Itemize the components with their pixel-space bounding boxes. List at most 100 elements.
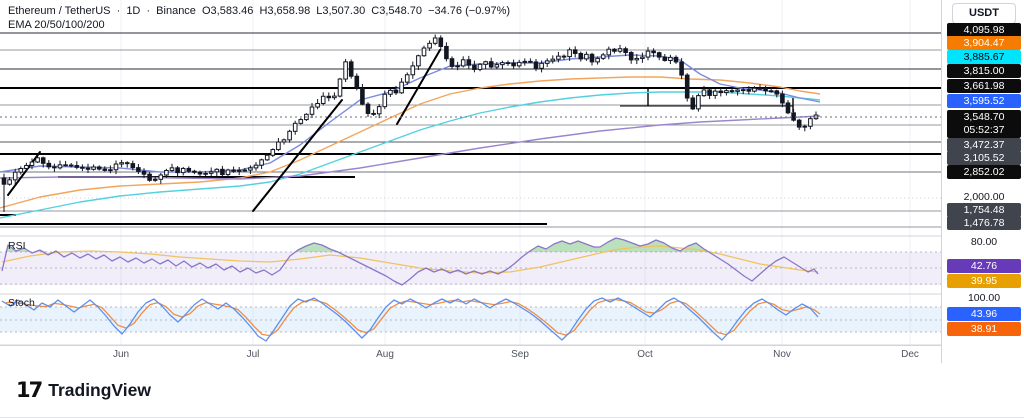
time-axis-label-jun: Jun — [113, 349, 129, 360]
candle — [534, 62, 538, 68]
ema-label-blue: 3,595.52 — [947, 94, 1021, 108]
candle — [187, 168, 191, 171]
rsi-ma-badge: 39.95 — [947, 274, 1021, 288]
candle — [674, 57, 678, 62]
candle — [25, 165, 29, 168]
candle — [243, 170, 247, 171]
candle — [758, 88, 762, 89]
ema-label-cyan: 3,885.67 — [947, 50, 1021, 64]
level-label-2852: 2,852.02 — [947, 165, 1021, 179]
candle — [153, 179, 157, 180]
tradingview-branding[interactable]: 17 TradingView — [16, 376, 151, 404]
candle — [747, 90, 751, 91]
candle — [568, 50, 572, 57]
candle — [613, 49, 617, 51]
rsi-pane-label[interactable]: RSI — [8, 240, 26, 252]
candle — [41, 158, 45, 164]
level-label-4095: 4,095.98 — [947, 23, 1021, 37]
tradingview-logo-icon: 17 — [16, 378, 41, 402]
candle — [803, 126, 807, 127]
candle — [165, 170, 169, 175]
rsi-value-badge: 42.76 — [947, 259, 1021, 273]
candle — [383, 94, 387, 106]
candle — [209, 172, 213, 173]
ema-indicator-label[interactable]: EMA 20/50/100/200 — [8, 19, 105, 31]
candle — [562, 56, 566, 57]
symbol-title[interactable]: Ethereum / TetherUS — [8, 5, 111, 17]
axis-tick-2000: 2,000.00 — [947, 190, 1021, 204]
candle — [13, 172, 17, 180]
candle — [277, 142, 281, 150]
ohlc-close: C3,548.70 — [371, 5, 422, 17]
candle — [389, 90, 393, 94]
symbol-legend-row: Ethereum / TetherUS · 1D · Binance O3,58… — [8, 4, 513, 18]
candle — [125, 163, 129, 164]
candle — [635, 58, 639, 59]
current-price-label: 3,548.70 05:52:37 — [947, 110, 1021, 138]
candle — [506, 63, 510, 64]
time-axis[interactable]: JunJulAugSepOctNovDec — [0, 345, 941, 364]
trendline-drawing[interactable] — [8, 152, 40, 195]
candle — [573, 50, 577, 54]
candle — [585, 54, 589, 59]
candle — [86, 168, 90, 169]
candle — [501, 63, 505, 65]
candle — [467, 60, 471, 65]
candle — [411, 66, 415, 75]
price-chart-svg[interactable] — [0, 0, 941, 345]
level-label-1754: 1,754.48 — [947, 203, 1021, 217]
candle — [394, 90, 398, 93]
legend-separator: · — [117, 5, 121, 17]
exchange-label[interactable]: Binance — [156, 5, 196, 17]
candle — [36, 158, 40, 162]
time-axis-label-dec: Dec — [901, 349, 919, 360]
candle — [226, 170, 230, 175]
candle — [422, 48, 426, 56]
interval-label[interactable]: 1D — [126, 5, 140, 17]
candle — [646, 51, 650, 57]
candle — [221, 169, 225, 174]
candle — [691, 98, 695, 109]
candle — [618, 49, 622, 52]
time-axis-label-jul: Jul — [247, 349, 260, 360]
candle — [590, 54, 594, 62]
candle — [786, 103, 790, 113]
candle — [288, 131, 292, 140]
candle — [764, 89, 768, 91]
candle — [170, 168, 174, 171]
candle — [736, 90, 740, 91]
ema-label-orange: 3,904.47 — [947, 36, 1021, 50]
candle — [215, 169, 219, 172]
candle — [685, 75, 689, 98]
candle — [512, 63, 516, 66]
currency-toggle-button[interactable]: USDT — [952, 3, 1016, 24]
candle — [551, 59, 555, 61]
stoch-pane-label[interactable]: Stoch — [8, 297, 35, 309]
candle — [344, 62, 348, 79]
price-axis[interactable]: USDT 3,548.70 05:52:37 4,095.983,904.473… — [941, 0, 1024, 363]
candle — [131, 164, 135, 168]
candle — [109, 170, 113, 171]
level-label-1476: 1,476.78 — [947, 216, 1021, 230]
candle — [540, 63, 544, 68]
candle — [629, 53, 633, 60]
indicator-legend-row[interactable]: EMA 20/50/100/200 — [8, 18, 513, 32]
candle — [254, 165, 258, 168]
candle — [753, 88, 757, 91]
candle — [652, 51, 656, 53]
candle — [249, 168, 253, 170]
candle — [316, 103, 320, 107]
time-axis-label-aug: Aug — [376, 349, 394, 360]
candle — [428, 43, 432, 48]
candle — [69, 165, 73, 166]
stoch-tick-100: 100.00 — [947, 291, 1021, 305]
ohlc-open: O3,583.46 — [202, 5, 253, 17]
chart-canvas-area[interactable]: Ethereum / TetherUS · 1D · Binance O3,58… — [0, 0, 941, 363]
price-change: −34.76 (−0.97%) — [428, 5, 510, 17]
candle — [271, 150, 275, 156]
candle — [148, 174, 152, 180]
chart-legend[interactable]: Ethereum / TetherUS · 1D · Binance O3,58… — [8, 4, 513, 32]
candle — [377, 107, 381, 114]
candle — [657, 53, 661, 57]
candle — [663, 57, 667, 60]
